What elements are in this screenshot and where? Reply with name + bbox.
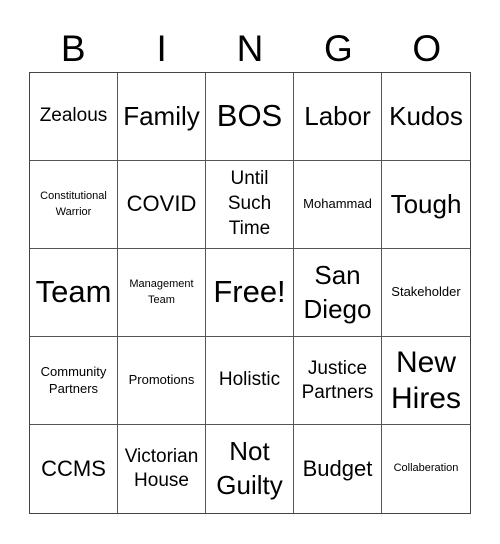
bingo-cell[interactable]: Family [118,73,206,161]
bingo-cell[interactable]: Team [30,249,118,337]
bingo-cell[interactable]: Community Partners [30,337,118,425]
bingo-cell[interactable]: Kudos [382,73,470,161]
bingo-grid: Zealous Family BOS Labor Kudos Constitut… [29,72,471,514]
bingo-cell[interactable]: Collaberation [382,425,470,513]
free-space-cell[interactable]: Free! [206,249,294,337]
bingo-cell[interactable]: Labor [294,73,382,161]
bingo-cell[interactable]: Tough [382,161,470,249]
bingo-cell[interactable]: Budget [294,425,382,513]
bingo-cell[interactable]: Not Guilty [206,425,294,513]
bingo-cell[interactable]: Holistic [206,337,294,425]
bingo-cell[interactable]: Justice Partners [294,337,382,425]
bingo-cell[interactable]: Management Team [118,249,206,337]
bingo-cell[interactable]: Mohammad [294,161,382,249]
header-letter-g: G [324,28,353,69]
bingo-cell[interactable]: Until Such Time [206,161,294,249]
bingo-cell[interactable]: Stakeholder [382,249,470,337]
bingo-cell[interactable]: San Diego [294,249,382,337]
bingo-cell[interactable]: Promotions [118,337,206,425]
bingo-cell[interactable]: CCMS [30,425,118,513]
bingo-cell[interactable]: Victorian House [118,425,206,513]
header-letter-o: O [412,28,442,69]
bingo-cell[interactable]: Constitutional Warrior [30,161,118,249]
header-letter-i: I [156,28,167,69]
bingo-header: B I N G O [29,26,471,72]
header-letter-b: B [60,28,86,69]
header-letter-n: N [236,28,264,69]
bingo-cell[interactable]: New Hires [382,337,470,425]
bingo-cell[interactable]: COVID [118,161,206,249]
bingo-cell[interactable]: Zealous [30,73,118,161]
bingo-cell[interactable]: BOS [206,73,294,161]
